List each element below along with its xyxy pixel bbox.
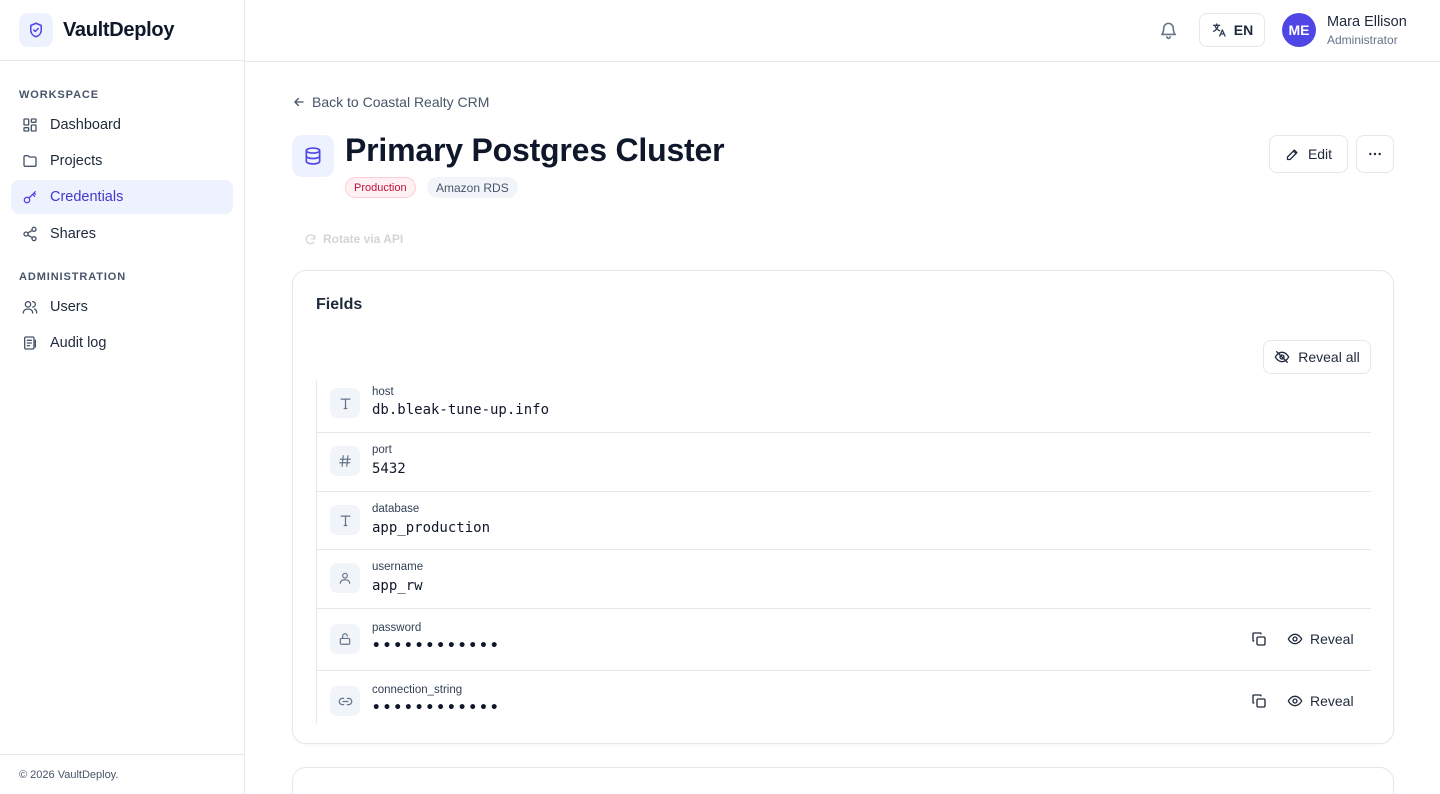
sidebar-item-label: Users bbox=[50, 299, 88, 315]
fields-card-title: Fields bbox=[316, 296, 363, 313]
reveal-button[interactable]: Reveal bbox=[1287, 686, 1354, 716]
sidebar: VaultDeploy Workspace Dashboard Projects… bbox=[0, 0, 245, 794]
more-horizontal-icon bbox=[1367, 146, 1383, 162]
field-label: connection_string bbox=[372, 684, 463, 696]
copy-button[interactable] bbox=[1244, 686, 1274, 716]
reveal-label: Reveal bbox=[1310, 693, 1354, 709]
language-label: EN bbox=[1233, 22, 1254, 38]
copy-icon bbox=[1251, 631, 1267, 647]
sidebar-item-label: Credentials bbox=[50, 189, 124, 205]
sidebar-item-label: Shares bbox=[50, 226, 96, 242]
field-row-username: username app_rw bbox=[317, 550, 1371, 609]
field-value: 5432 bbox=[372, 461, 406, 477]
field-row-database: database app_production bbox=[317, 492, 1371, 550]
back-link-label: Back to Coastal Realty CRM bbox=[312, 94, 490, 110]
dashboard-icon bbox=[22, 117, 38, 133]
copy-icon bbox=[1251, 693, 1267, 709]
field-value-masked: •••••••••••• bbox=[372, 700, 501, 716]
bell-icon bbox=[1159, 21, 1178, 40]
audit-log-icon bbox=[22, 335, 38, 351]
sidebar-item-audit-log[interactable]: Audit log bbox=[11, 326, 233, 360]
language-switcher[interactable]: EN bbox=[1199, 13, 1265, 47]
database-icon bbox=[292, 135, 334, 177]
sidebar-item-credentials[interactable]: Credentials bbox=[11, 180, 233, 214]
text-icon bbox=[330, 388, 360, 418]
pencil-icon bbox=[1285, 147, 1300, 162]
copyright: © 2026 VaultDeploy. bbox=[0, 754, 244, 794]
field-label: host bbox=[372, 386, 394, 398]
field-row-connection-string: connection_string •••••••••••• Reveal bbox=[317, 671, 1371, 723]
users-icon bbox=[22, 299, 38, 315]
field-value: app_production bbox=[372, 520, 491, 536]
brand[interactable]: VaultDeploy bbox=[0, 0, 244, 61]
app-name: VaultDeploy bbox=[63, 18, 175, 41]
lock-icon bbox=[330, 624, 360, 654]
field-row-host: host db.bleak-tune-up.info bbox=[317, 381, 1371, 433]
sidebar-item-dashboard[interactable]: Dashboard bbox=[11, 108, 233, 142]
key-icon bbox=[22, 189, 38, 205]
sidebar-item-shares[interactable]: Shares bbox=[11, 217, 233, 251]
sidebar-item-label: Dashboard bbox=[50, 117, 121, 133]
environment-badge: Production bbox=[345, 177, 416, 198]
field-row-port: port 5432 bbox=[317, 433, 1371, 492]
back-link[interactable]: Back to Coastal Realty CRM bbox=[292, 94, 489, 110]
field-value: db.bleak-tune-up.info bbox=[372, 402, 550, 418]
copy-button[interactable] bbox=[1244, 624, 1274, 654]
rotate-api-label: Rotate via API bbox=[323, 232, 404, 246]
nav-section-workspace: Workspace bbox=[19, 89, 100, 101]
refresh-icon bbox=[304, 233, 317, 246]
field-label: port bbox=[372, 444, 392, 456]
sidebar-item-label: Audit log bbox=[50, 335, 107, 351]
user-icon bbox=[330, 563, 360, 593]
folder-icon bbox=[22, 153, 38, 169]
fields-list: host db.bleak-tune-up.info port 5432 dat… bbox=[316, 381, 1371, 723]
fields-card: Fields Reveal all host db.bleak-tune-up.… bbox=[292, 270, 1394, 744]
nav-section-administration: Administration bbox=[19, 271, 127, 283]
text-icon bbox=[330, 505, 360, 535]
more-options-button[interactable] bbox=[1356, 135, 1394, 173]
eye-icon bbox=[1287, 693, 1303, 709]
field-label: database bbox=[372, 503, 420, 515]
user-role: Administrator bbox=[1327, 33, 1398, 47]
link-icon bbox=[330, 686, 360, 716]
eye-off-icon bbox=[1274, 349, 1290, 365]
field-value: app_rw bbox=[372, 578, 423, 594]
share-icon bbox=[22, 226, 38, 242]
edit-button-label: Edit bbox=[1307, 146, 1333, 162]
arrow-left-icon bbox=[292, 95, 306, 109]
rotate-api-action: Rotate via API bbox=[304, 232, 403, 246]
field-row-password: password •••••••••••• Reveal bbox=[317, 609, 1371, 671]
edit-button[interactable]: Edit bbox=[1269, 135, 1348, 173]
reveal-all-label: Reveal all bbox=[1298, 349, 1360, 365]
secondary-card bbox=[292, 767, 1394, 794]
translate-icon bbox=[1211, 22, 1227, 38]
user-name: Mara Ellison bbox=[1327, 14, 1407, 30]
field-label: username bbox=[372, 561, 424, 573]
reveal-label: Reveal bbox=[1310, 631, 1354, 647]
provider-badge: Amazon RDS bbox=[427, 177, 518, 198]
hash-icon bbox=[330, 446, 360, 476]
sidebar-item-label: Projects bbox=[50, 153, 103, 169]
shield-logo-icon bbox=[19, 13, 53, 47]
eye-icon bbox=[1287, 631, 1303, 647]
notifications-button[interactable] bbox=[1152, 14, 1184, 46]
page-title: Primary Postgres Cluster bbox=[345, 132, 725, 168]
sidebar-item-projects[interactable]: Projects bbox=[11, 144, 233, 178]
top-bar: EN ME Mara Ellison Administrator bbox=[245, 0, 1440, 62]
avatar[interactable]: ME bbox=[1282, 13, 1316, 47]
sidebar-item-users[interactable]: Users bbox=[11, 290, 233, 324]
reveal-all-button[interactable]: Reveal all bbox=[1263, 340, 1371, 374]
field-value-masked: •••••••••••• bbox=[372, 638, 501, 654]
field-label: password bbox=[372, 622, 422, 634]
reveal-button[interactable]: Reveal bbox=[1287, 624, 1354, 654]
